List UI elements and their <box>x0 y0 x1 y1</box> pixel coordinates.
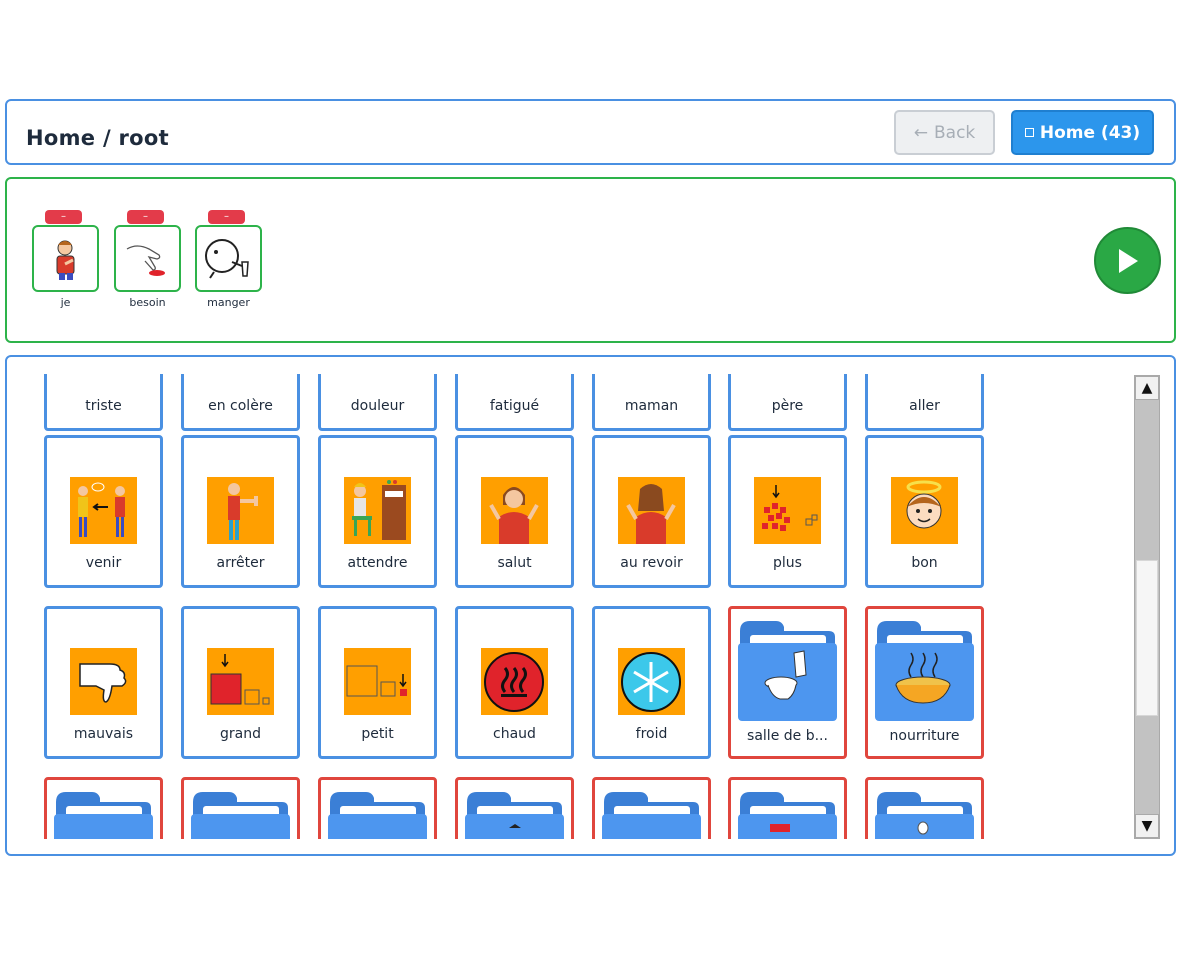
scroll-thumb[interactable] <box>1136 560 1158 716</box>
folder-icon <box>326 788 429 839</box>
sentence-item-label: besoin <box>129 296 166 309</box>
symbol-label: plus <box>773 555 802 571</box>
back-button[interactable]: ← Back <box>894 110 995 155</box>
symbol-label: chaud <box>493 726 536 742</box>
folder-label: nourriture <box>889 728 960 744</box>
folder-card[interactable] <box>44 777 163 839</box>
folder-icon <box>736 788 839 839</box>
symbol-card-arreter[interactable]: arrêter <box>181 435 300 588</box>
food-bowl-folder-icon <box>873 617 976 724</box>
symbol-card-attendre[interactable]: attendre <box>318 435 437 588</box>
hand-pressing-button-icon <box>114 225 181 292</box>
symbol-label: au revoir <box>620 555 683 571</box>
snowflake-icon <box>618 648 685 715</box>
symbol-grid[interactable]: triste en colère douleur fatigué maman p… <box>7 374 1107 839</box>
arrow-left-icon: ← <box>913 122 928 143</box>
home-button[interactable]: Home (43) <box>1011 110 1154 155</box>
symbol-card-venir[interactable]: venir <box>44 435 163 588</box>
scroll-down-button[interactable]: ▼ <box>1135 814 1159 838</box>
folder-card[interactable] <box>592 777 711 839</box>
small-size-icon <box>344 648 411 715</box>
thumbs-down-icon <box>70 648 137 715</box>
breadcrumb: Home / root <box>26 126 169 150</box>
play-icon <box>1118 248 1138 273</box>
scroll-up-button[interactable]: ▲ <box>1135 376 1159 400</box>
person-eating-icon <box>195 225 262 292</box>
person-stop-gesture-icon <box>207 477 274 544</box>
symbol-label: aller <box>909 398 940 414</box>
folder-card[interactable] <box>865 777 984 839</box>
symbol-label: petit <box>361 726 394 742</box>
folder-icon <box>463 788 566 839</box>
folder-card-salle-de-bain[interactable]: salle de b... <box>728 606 847 759</box>
symbol-label: arrêter <box>216 555 265 571</box>
symbol-label: mauvais <box>73 726 134 742</box>
symbol-label: salut <box>497 555 532 571</box>
symbol-card-froid[interactable]: froid <box>592 606 711 759</box>
folder-card[interactable] <box>318 777 437 839</box>
symbol-grid-panel: triste en colère douleur fatigué maman p… <box>5 355 1176 856</box>
person-waving-hello-icon <box>481 477 548 544</box>
symbol-label: en colère <box>208 398 273 414</box>
symbol-card-triste[interactable]: triste <box>44 374 163 431</box>
symbol-card-fatigue[interactable]: fatigué <box>455 374 574 431</box>
symbol-label: père <box>771 398 804 414</box>
folder-card[interactable] <box>455 777 574 839</box>
more-quantity-icon <box>754 477 821 544</box>
folder-icon <box>873 788 976 839</box>
symbol-card-chaud[interactable]: chaud <box>455 606 574 759</box>
back-label: Back <box>933 122 976 143</box>
play-button[interactable] <box>1094 227 1161 294</box>
symbol-label: douleur <box>350 398 405 414</box>
sentence-item-label: je <box>60 296 71 309</box>
symbol-label: maman <box>624 398 679 414</box>
folder-card[interactable] <box>728 777 847 839</box>
symbol-label: froid <box>635 726 668 742</box>
hot-icon <box>481 648 548 715</box>
sentence-item-label: manger <box>207 296 250 309</box>
sentence-bar: – je – besoin – manger <box>5 177 1176 343</box>
symbol-card-mauvais[interactable]: mauvais <box>44 606 163 759</box>
big-size-icon <box>207 648 274 715</box>
symbol-label: venir <box>85 555 122 571</box>
person-waiting-icon <box>344 477 411 544</box>
symbol-label: grand <box>220 726 261 742</box>
symbol-card-douleur[interactable]: douleur <box>318 374 437 431</box>
toilet-folder-icon <box>736 617 839 724</box>
home-label: Home (43) <box>1039 122 1141 143</box>
folder-icon <box>600 788 703 839</box>
folder-card-nourriture[interactable]: nourriture <box>865 606 984 759</box>
remove-button[interactable]: – <box>45 210 82 224</box>
symbol-card-au-revoir[interactable]: au revoir <box>592 435 711 588</box>
symbol-label: triste <box>85 398 122 414</box>
symbol-card-pere[interactable]: père <box>728 374 847 431</box>
symbol-label: fatigué <box>489 398 540 414</box>
person-pointing-self-icon <box>32 225 99 292</box>
symbol-label: bon <box>911 555 938 571</box>
symbol-card-grand[interactable]: grand <box>181 606 300 759</box>
triangle-up-icon: ▲ <box>1141 380 1153 396</box>
symbol-label: attendre <box>347 555 408 571</box>
remove-button[interactable]: – <box>208 210 245 224</box>
people-approaching-icon <box>70 477 137 544</box>
folder-icon <box>189 788 292 839</box>
folder-label: salle de b... <box>747 728 828 744</box>
good-halo-face-icon <box>891 477 958 544</box>
symbol-card-bon[interactable]: bon <box>865 435 984 588</box>
triangle-down-icon: ▼ <box>1141 818 1153 834</box>
folder-card[interactable] <box>181 777 300 839</box>
folder-icon <box>52 788 155 839</box>
person-waving-goodbye-icon <box>618 477 685 544</box>
header-bar: Home / root ← Back Home (43) <box>5 99 1176 165</box>
symbol-card-salut[interactable]: salut <box>455 435 574 588</box>
symbol-card-aller[interactable]: aller <box>865 374 984 431</box>
square-icon <box>1024 128 1034 137</box>
symbol-card-plus[interactable]: plus <box>728 435 847 588</box>
grid-scrollbar[interactable]: ▲ ▼ <box>1134 375 1160 839</box>
remove-button[interactable]: – <box>127 210 164 224</box>
symbol-card-petit[interactable]: petit <box>318 606 437 759</box>
symbol-card-maman[interactable]: maman <box>592 374 711 431</box>
symbol-card-en-colere[interactable]: en colère <box>181 374 300 431</box>
